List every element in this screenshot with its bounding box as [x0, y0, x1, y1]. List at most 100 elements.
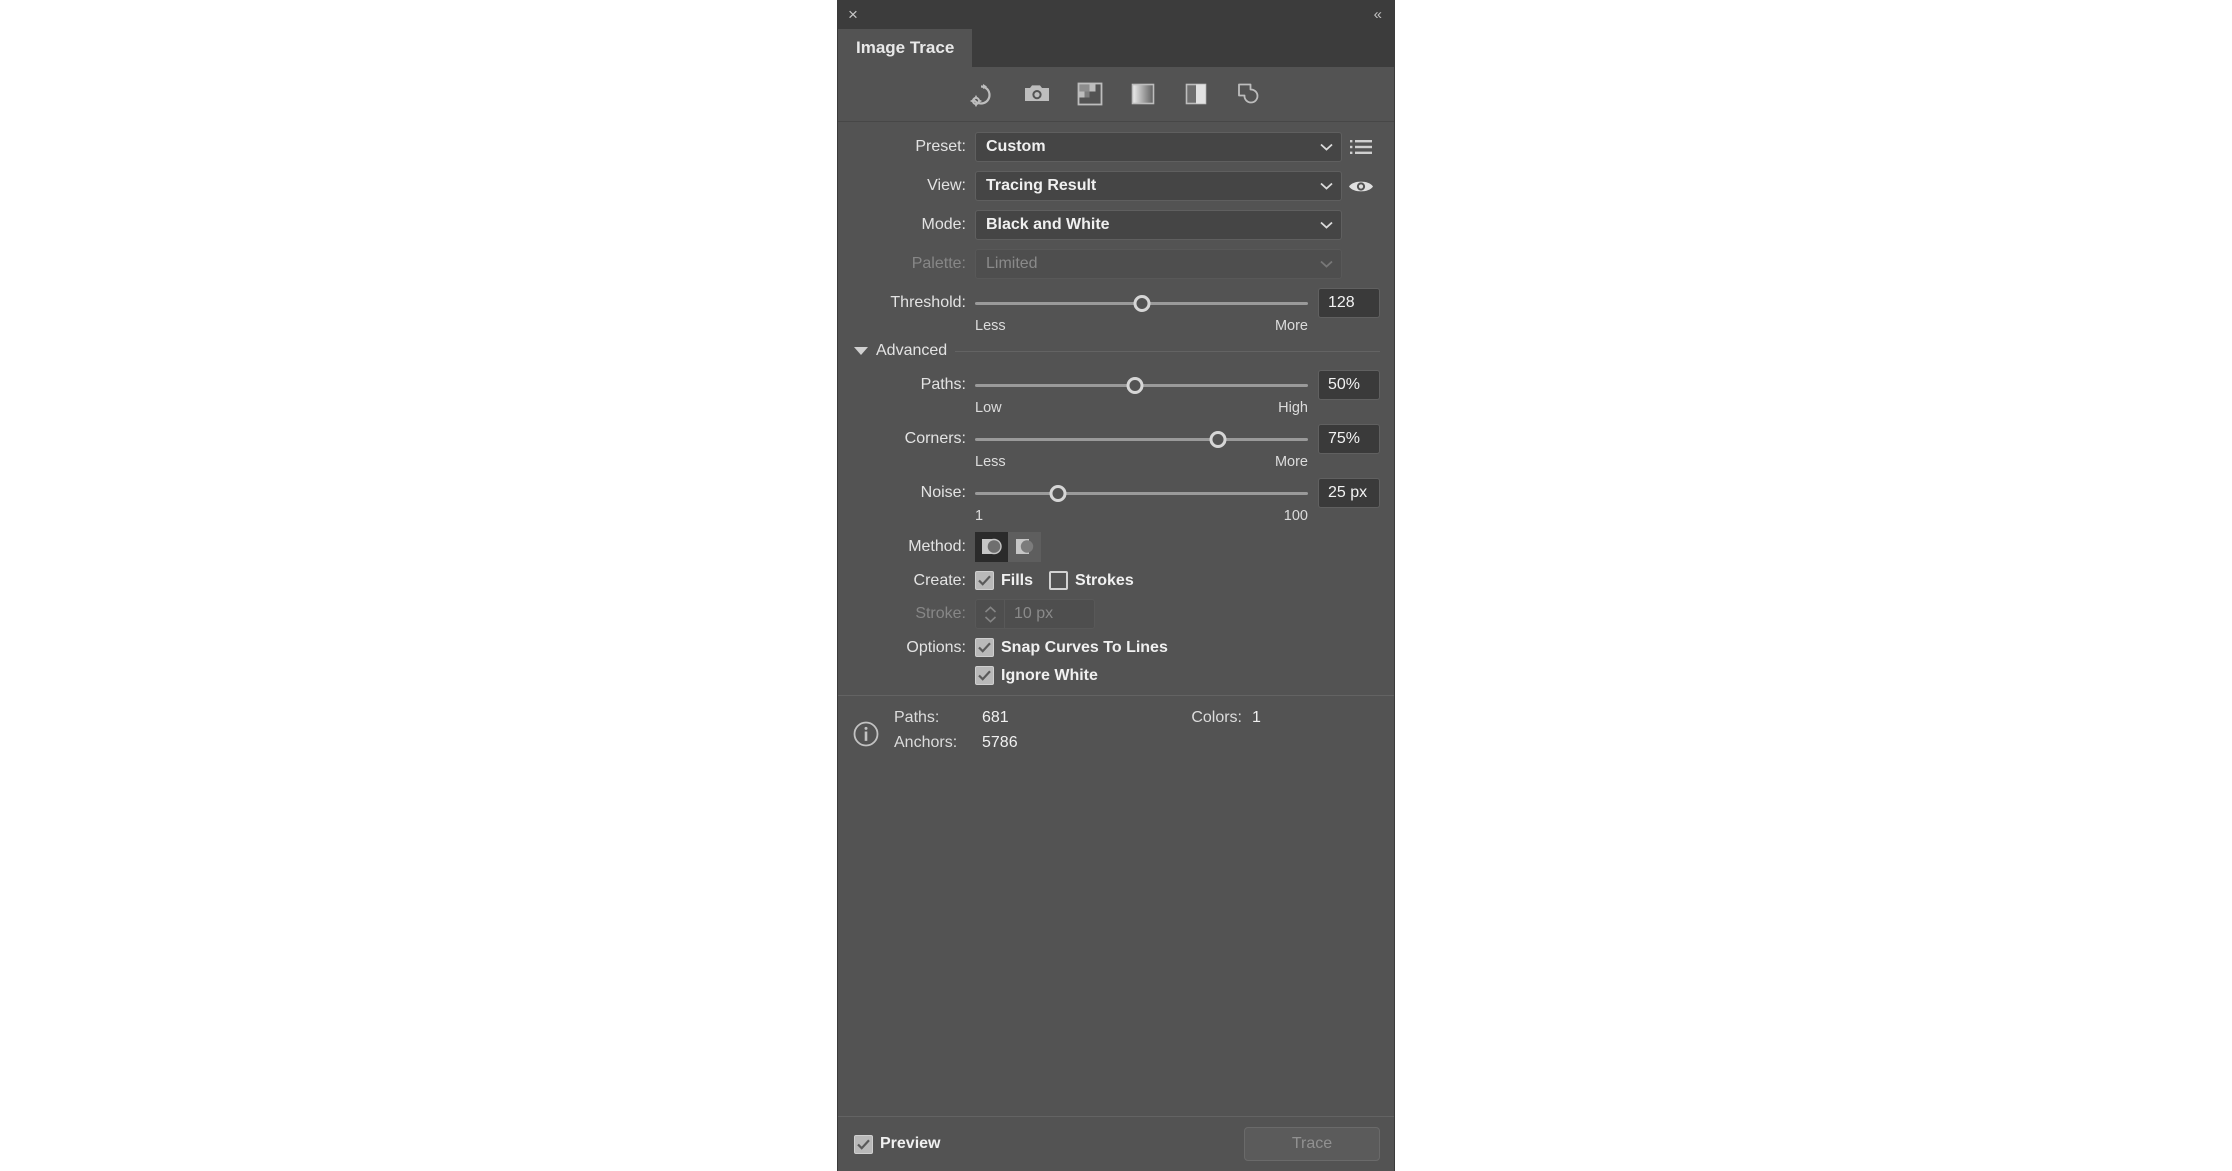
panel-titlebar: × «: [838, 0, 1394, 29]
image-trace-panel: × « Image Trace Preset: Custom View: Tra…: [838, 0, 1394, 1171]
method-overlapping-button[interactable]: [1008, 532, 1041, 562]
list-menu-icon: [1350, 140, 1372, 154]
view-select[interactable]: Tracing Result: [975, 171, 1342, 201]
method-button-group: [975, 532, 1041, 562]
check-icon: [978, 670, 991, 681]
snap-curves-checkbox[interactable]: [975, 638, 994, 657]
trace-info-block: Paths: 681 Colors: 1 Anchors: 5786: [838, 695, 1394, 772]
preview-label: Preview: [880, 1135, 941, 1152]
info-row-paths: Paths: 681 Colors: 1: [894, 709, 1394, 727]
trace-button: Trace: [1244, 1127, 1380, 1161]
mode-select[interactable]: Black and White: [975, 210, 1342, 240]
mode-value: Black and White: [986, 216, 1110, 233]
noise-slider-handle[interactable]: [1049, 484, 1067, 502]
create-row: Create: Fills Strokes: [838, 571, 1394, 590]
palette-row: Palette: Limited: [838, 249, 1394, 279]
preset-row: Preset: Custom: [838, 132, 1394, 162]
corners-slider-handle[interactable]: [1209, 430, 1227, 448]
paths-slider-handle[interactable]: [1126, 376, 1144, 394]
mode-row: Mode: Black and White: [838, 210, 1394, 240]
noise-slider[interactable]: [975, 480, 1308, 506]
chevron-down-icon: [984, 615, 996, 623]
chevron-up-icon: [984, 605, 996, 613]
options-row-ignore-white: Ignore White: [838, 666, 1394, 685]
grayscale-icon[interactable]: [1128, 79, 1158, 109]
threshold-min-label: Less: [975, 318, 1006, 334]
colors-count-label: Colors:: [1191, 709, 1242, 726]
threshold-input[interactable]: 128: [1318, 288, 1380, 318]
eye-icon: [1349, 181, 1373, 191]
anchors-count-value: 5786: [982, 734, 1018, 751]
stroke-row: Stroke: 10 px: [838, 599, 1394, 629]
options-label: Options:: [906, 638, 966, 656]
preset-icon-strip: [838, 67, 1394, 122]
info-values: Paths: 681 Colors: 1 Anchors: 5786: [894, 709, 1394, 759]
noise-input[interactable]: 25 px: [1318, 478, 1380, 508]
overlapping-icon: [1015, 539, 1033, 554]
threshold-range-labels: Less More: [975, 318, 1308, 334]
noise-max-label: 100: [1283, 508, 1308, 524]
strokes-label: Strokes: [1075, 571, 1134, 589]
black-and-white-icon[interactable]: [1181, 79, 1211, 109]
paths-count-value: 681: [982, 709, 1009, 726]
corners-slider[interactable]: [975, 426, 1308, 452]
noise-min-label: 1: [975, 508, 984, 524]
threshold-row: Threshold: 128: [838, 288, 1394, 318]
corners-min-label: Less: [975, 454, 1006, 470]
corners-label: Corners:: [904, 430, 966, 447]
preview-checkbox[interactable]: [854, 1134, 873, 1154]
close-icon[interactable]: ×: [848, 6, 858, 23]
paths-slider[interactable]: [975, 372, 1308, 398]
ignore-white-label: Ignore White: [1001, 666, 1098, 684]
paths-max-label: High: [1278, 400, 1308, 416]
corners-row: Corners: 75%: [838, 424, 1394, 454]
noise-row: Noise: 25 px: [838, 478, 1394, 508]
create-label: Create:: [913, 571, 966, 589]
preview-group: Preview: [854, 1134, 956, 1154]
method-abutting-button[interactable]: [975, 532, 1008, 562]
advanced-label: Advanced: [876, 342, 948, 359]
view-preview-toggle[interactable]: [1342, 178, 1380, 195]
chevron-down-icon: [1320, 143, 1333, 151]
method-label: Method:: [908, 538, 966, 555]
view-value: Tracing Result: [986, 177, 1097, 194]
palette-value: Limited: [986, 255, 1038, 272]
threshold-label: Threshold:: [890, 294, 966, 311]
paths-range-labels: Low High: [975, 400, 1308, 416]
limited-color-icon[interactable]: [1075, 79, 1105, 109]
stroke-stepper: 10 px: [975, 599, 1095, 629]
view-row: View: Tracing Result: [838, 171, 1394, 201]
panel-body: Preset: Custom View: Tracing Result Mode…: [838, 122, 1394, 1116]
paths-label: Paths:: [920, 376, 966, 393]
stroke-stepper-arrows: [976, 600, 1005, 628]
corners-track: [975, 437, 1308, 441]
threshold-slider-handle[interactable]: [1133, 294, 1150, 312]
tab-image-trace[interactable]: Image Trace: [838, 29, 973, 67]
noise-range-labels: 1 100: [975, 508, 1308, 524]
colors-count-value: 1: [1252, 709, 1261, 726]
strokes-checkbox[interactable]: [1049, 571, 1069, 590]
fills-checkbox[interactable]: [975, 571, 994, 590]
corners-input[interactable]: 75%: [1318, 424, 1380, 454]
paths-min-label: Low: [975, 400, 1002, 416]
collapse-panel-icon[interactable]: «: [1374, 6, 1382, 23]
ignore-white-checkbox[interactable]: [975, 666, 994, 685]
noise-label: Noise:: [920, 484, 966, 501]
threshold-slider[interactable]: [975, 290, 1308, 316]
auto-color-icon[interactable]: [969, 79, 999, 109]
advanced-section-toggle[interactable]: Advanced: [854, 342, 1380, 360]
preset-label: Preset:: [915, 138, 966, 155]
preset-value: Custom: [986, 138, 1046, 155]
high-color-photo-icon[interactable]: [1022, 79, 1052, 109]
info-icon: [853, 721, 879, 747]
paths-count-label: Paths:: [894, 709, 940, 726]
check-icon: [978, 575, 991, 586]
preset-menu-button[interactable]: [1342, 139, 1380, 155]
panel-tab-bar: Image Trace: [838, 29, 1394, 67]
snap-curves-label: Snap Curves To Lines: [1001, 638, 1168, 656]
method-row: Method:: [838, 532, 1394, 562]
paths-input[interactable]: 50%: [1318, 370, 1380, 400]
outline-icon[interactable]: [1234, 79, 1264, 109]
check-icon: [857, 1139, 870, 1150]
preset-select[interactable]: Custom: [975, 132, 1342, 162]
